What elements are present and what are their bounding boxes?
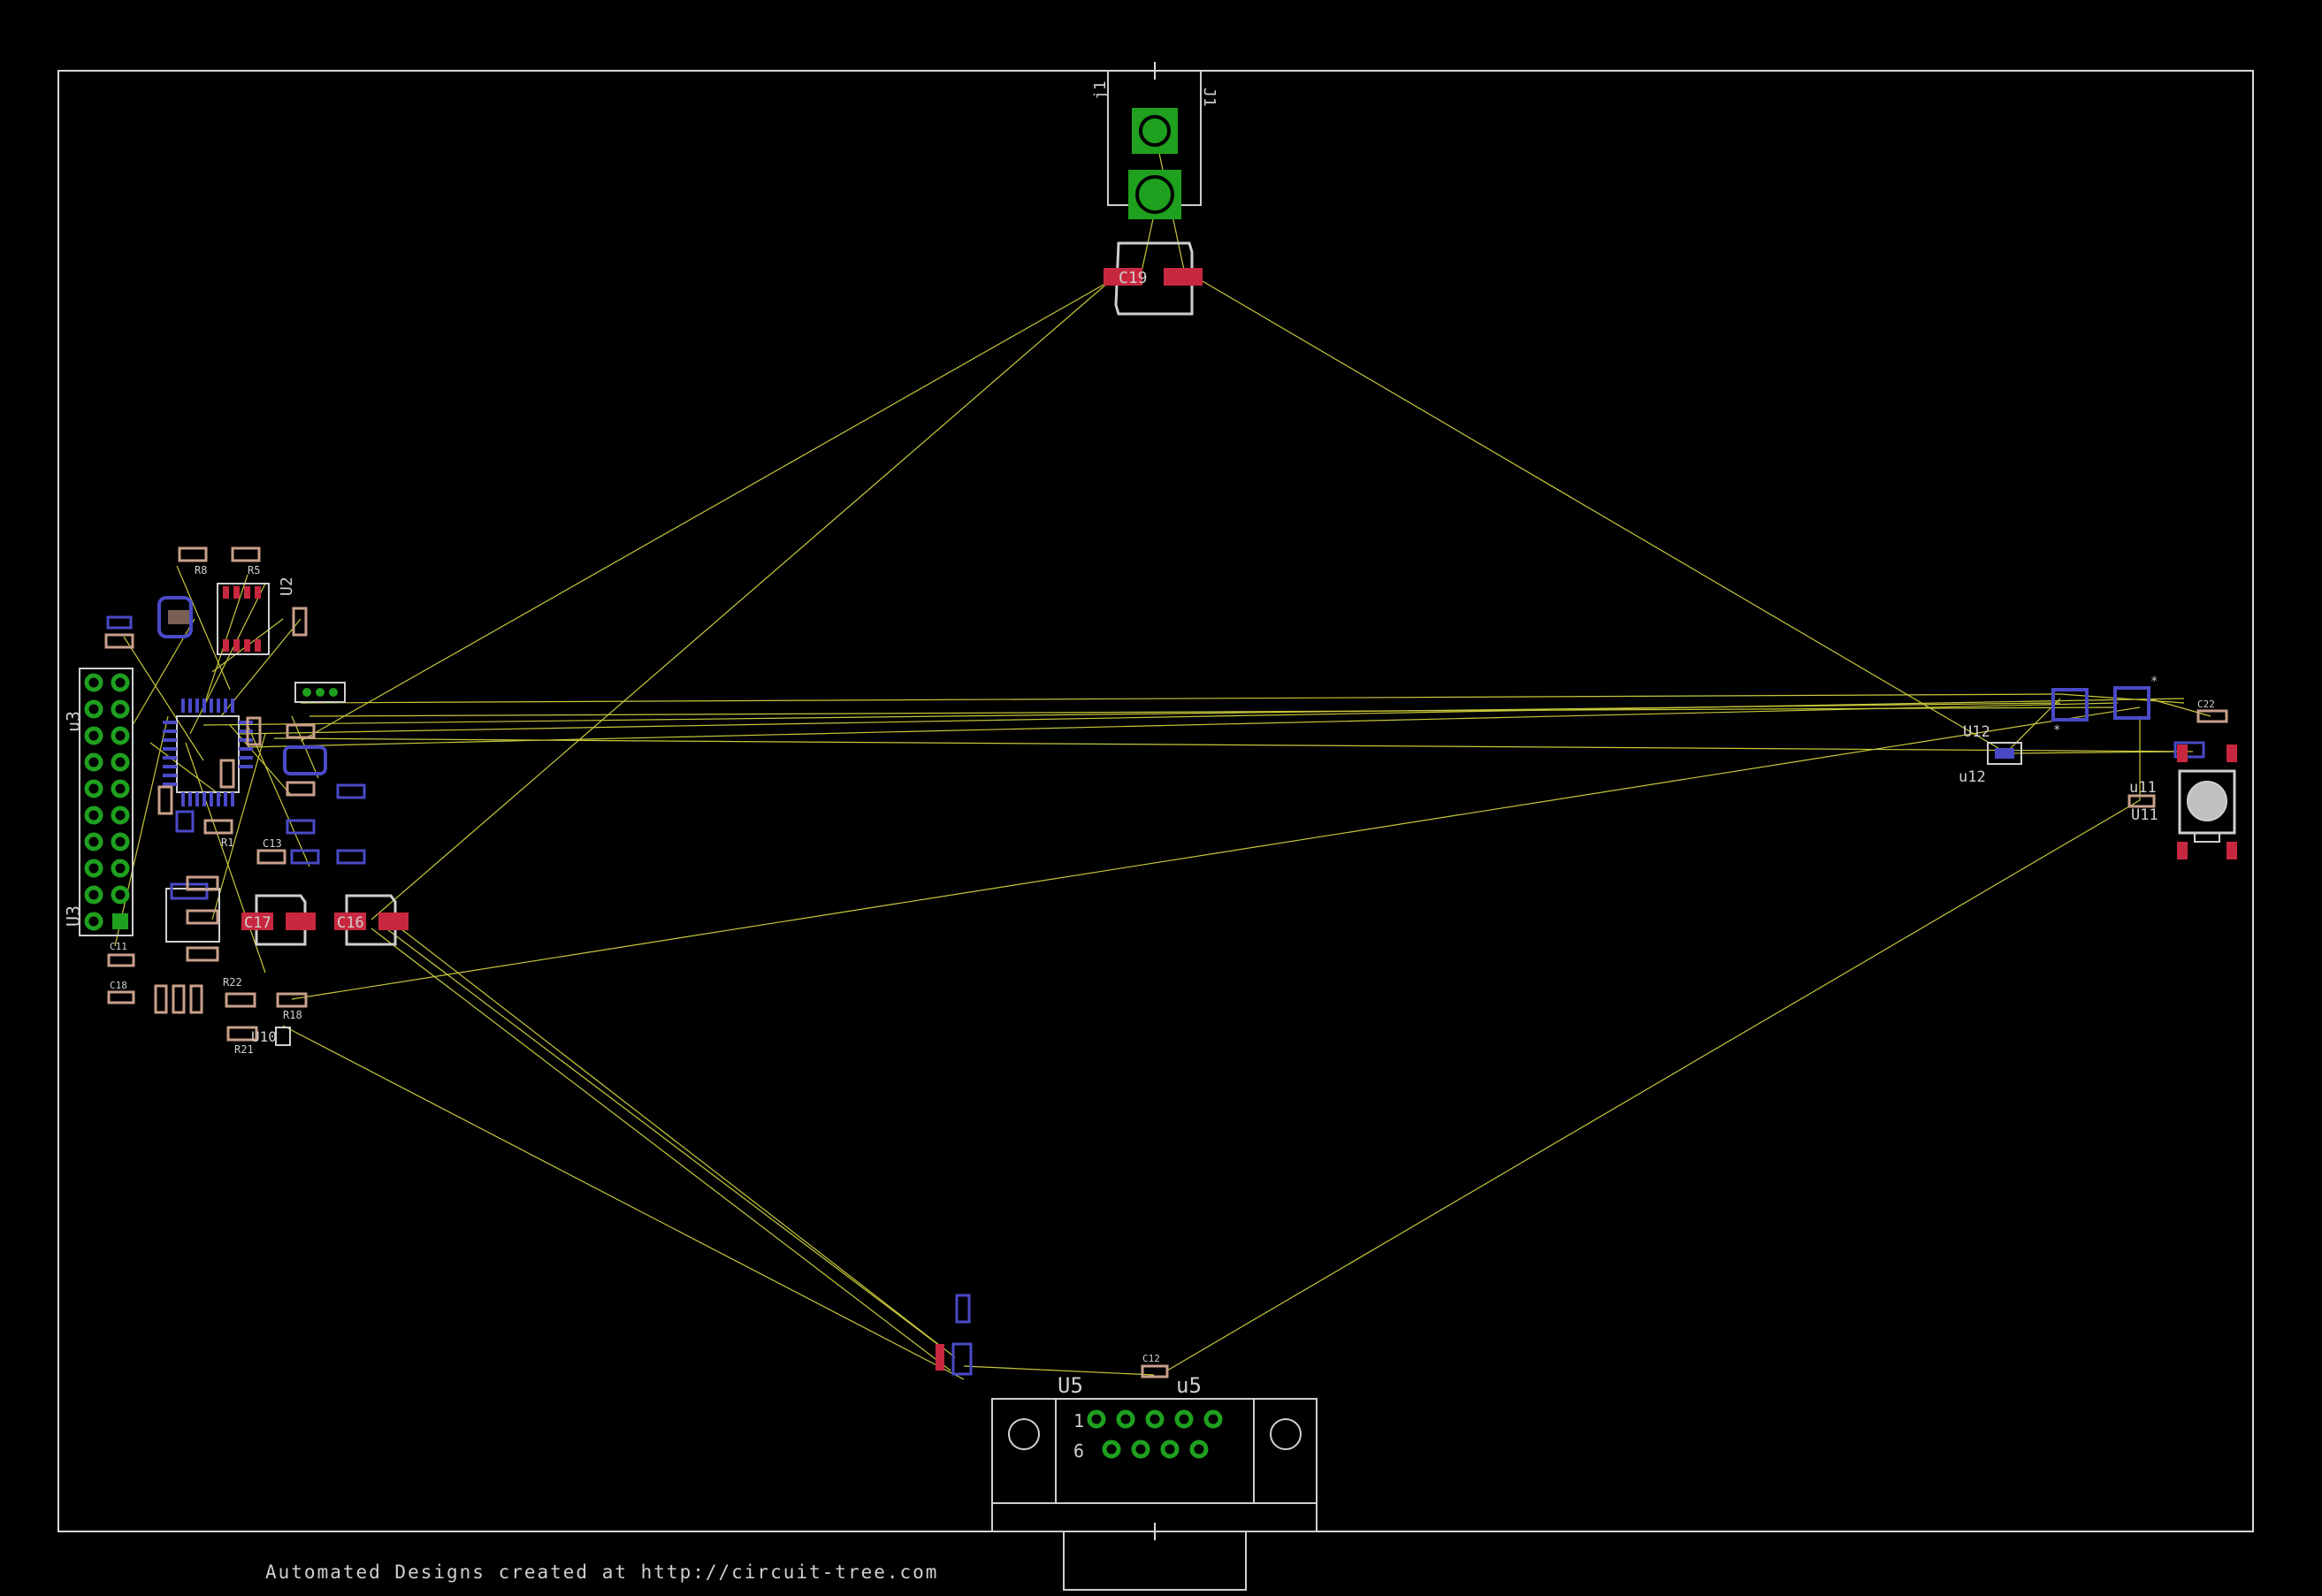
- r8-label: R8: [195, 564, 207, 577]
- airwires: [114, 127, 2211, 1380]
- r5-label: R5: [248, 564, 260, 577]
- svg-text:*: *: [2053, 723, 2060, 737]
- header-u3[interactable]: u3 U3: [63, 668, 134, 936]
- c18-label: C18: [110, 980, 127, 991]
- r18-label: R18: [283, 1009, 302, 1021]
- c22-label: C22: [2197, 699, 2215, 710]
- u5-label-left: U5: [1058, 1373, 1083, 1398]
- c17-label: C17: [244, 914, 271, 932]
- connector-u5-db9[interactable]: C12 U5 u5 1 6: [936, 1294, 1318, 1591]
- left-component-cluster[interactable]: R8 R5 U2 C13 R1 C17 C16 C11 C18 R22 R18 …: [104, 546, 409, 1056]
- u10-label: U10: [251, 1028, 277, 1045]
- u5-label-right: u5: [1176, 1373, 1202, 1398]
- svg-text:*: *: [2150, 675, 2158, 689]
- u12-label-top: U12: [1963, 723, 1990, 741]
- u2-label: U2: [278, 577, 296, 596]
- r1-label: R1: [221, 836, 233, 849]
- u3-label-bottom: U3: [63, 905, 84, 927]
- c12-label: C12: [1142, 1353, 1160, 1364]
- db9-pin1-label: 1: [1073, 1410, 1084, 1432]
- c13-label: C13: [263, 837, 282, 850]
- c11-label: C11: [110, 941, 127, 952]
- j1-label-left: j1: [1091, 80, 1110, 100]
- connector-j1[interactable]: j1 J1: [1091, 71, 1218, 219]
- r21-label: R21: [234, 1043, 254, 1056]
- board-outline: [57, 70, 2254, 1532]
- db9-pin6-label: 6: [1073, 1440, 1084, 1462]
- capacitor-c19[interactable]: C19: [1104, 241, 1203, 316]
- c16-label: C16: [337, 914, 364, 932]
- u3-label-top: u3: [63, 711, 84, 732]
- j1-label-right: J1: [1200, 88, 1218, 107]
- c19-label: C19: [1119, 269, 1148, 287]
- u11-label-bottom: U11: [2131, 806, 2158, 824]
- footer-credit: Automated Designs created at http://circ…: [265, 1562, 939, 1583]
- r22-label: R22: [223, 976, 242, 989]
- u11-label-top: u11: [2129, 779, 2157, 797]
- u12-label-bottom: u12: [1959, 768, 1986, 786]
- pcb-board-view: j1 J1 C19 u3 U3 R8 R5 U2 C13 R1 C17 C16 …: [57, 62, 2254, 1591]
